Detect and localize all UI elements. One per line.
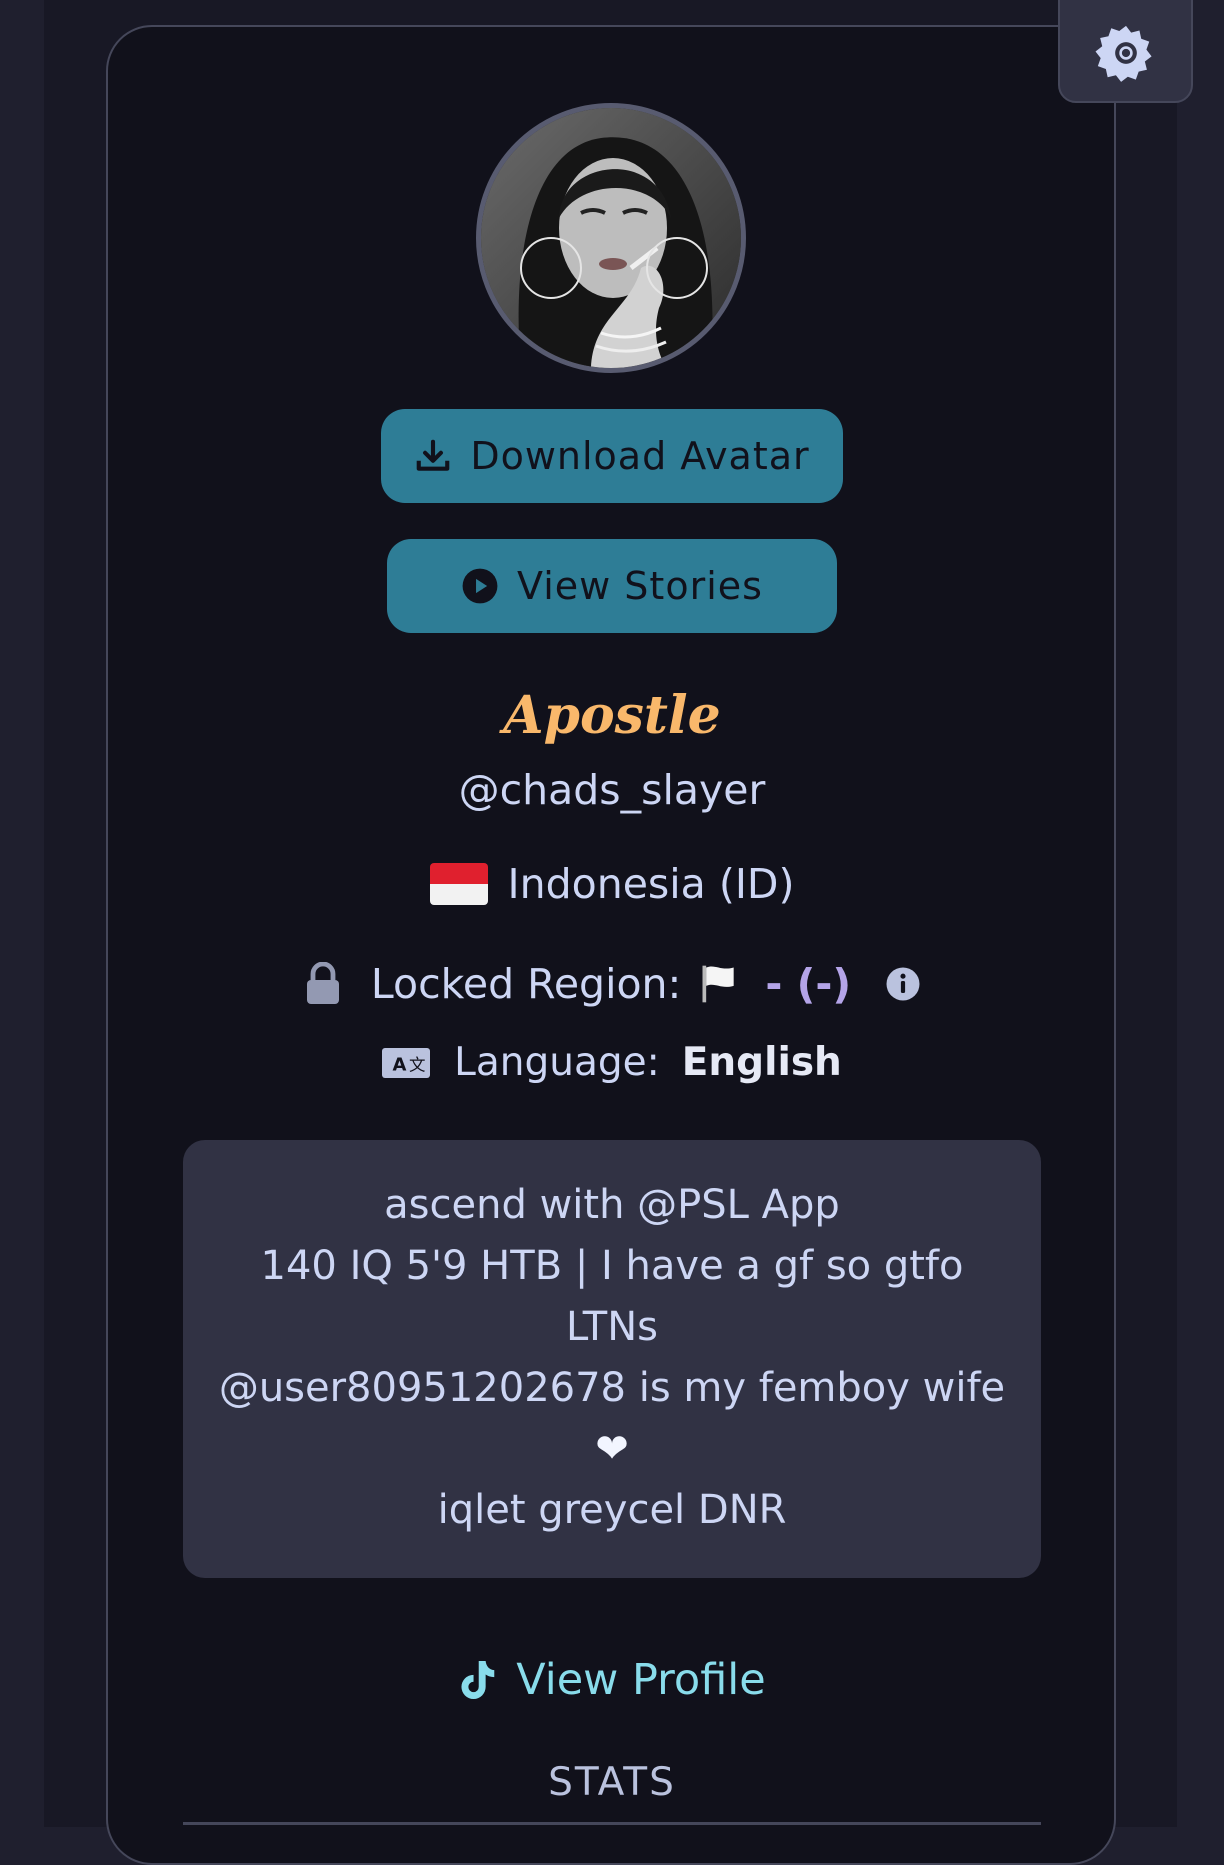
bio-line: LTNs (566, 1304, 658, 1350)
locked-region-value: - (-) (765, 960, 852, 1008)
view-stories-label: View Stories (517, 564, 763, 608)
language-label: Language: (454, 1040, 660, 1085)
bio-line: 140 IQ 5'9 HTB | I have a gf so gtfo (260, 1243, 964, 1289)
white-flag-icon (697, 962, 741, 1006)
locked-region-label: Locked Region: (370, 960, 682, 1008)
display-name: Apostle (503, 685, 721, 746)
play-circle-icon (461, 567, 499, 605)
info-icon[interactable] (885, 966, 921, 1002)
stats-divider (183, 1822, 1041, 1825)
tiktok-icon (458, 1659, 496, 1701)
bio-line: ❤ (595, 1426, 629, 1472)
settings-button[interactable] (1058, 0, 1193, 103)
avatar (476, 103, 746, 373)
country-label: Indonesia (ID) (507, 860, 795, 908)
country-row: Indonesia (ID) (0, 860, 1224, 908)
view-profile-label: View Profile (516, 1655, 766, 1705)
gear-icon (1095, 22, 1157, 84)
language-row: A 文 Language: English (0, 1040, 1224, 1085)
download-avatar-label: Download Avatar (470, 434, 810, 478)
svg-text:A: A (393, 1054, 407, 1075)
svg-text:文: 文 (409, 1055, 426, 1074)
lock-icon (303, 962, 343, 1006)
bio-line: iqlet greycel DNR (437, 1487, 787, 1533)
bio-box: ascend with @PSL App 140 IQ 5'9 HTB | I … (183, 1140, 1041, 1578)
bio-line: ascend with @PSL App (384, 1182, 840, 1228)
translate-icon: A 文 (382, 1047, 431, 1078)
bio-line: @user80951202678 is my femboy wife (218, 1365, 1006, 1411)
username: @chads_slayer (458, 766, 766, 814)
stats-heading: STATS (548, 1760, 676, 1805)
locked-region-row: Locked Region: - (-) (0, 960, 1224, 1008)
download-avatar-button[interactable]: Download Avatar (381, 409, 843, 503)
view-profile-link[interactable]: View Profile (0, 1655, 1224, 1705)
language-value: English (681, 1040, 842, 1085)
view-stories-button[interactable]: View Stories (387, 539, 837, 633)
indonesia-flag-icon (429, 863, 488, 905)
download-icon (414, 437, 452, 475)
